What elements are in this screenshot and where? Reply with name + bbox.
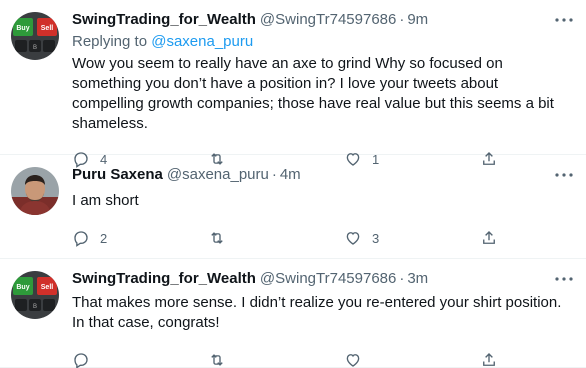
timestamp[interactable]: 9m <box>407 10 428 30</box>
like-count: 3 <box>372 230 380 246</box>
author-name[interactable]: Puru Saxena <box>72 165 163 185</box>
more-options-icon[interactable] <box>554 12 574 28</box>
reply-icon <box>74 231 88 247</box>
svg-text:B: B <box>33 45 37 51</box>
more-options-icon[interactable] <box>554 271 574 287</box>
svg-text:Sell: Sell <box>41 284 54 291</box>
author-handle[interactable]: @SwingTr74597686 <box>260 10 396 30</box>
share-icon <box>483 231 495 244</box>
share-button[interactable] <box>480 351 498 368</box>
tweet-text: That makes more sense. I didn’t realize … <box>72 294 562 331</box>
separator-dot: · <box>399 270 405 287</box>
retweet-icon <box>211 232 223 244</box>
replying-to-link[interactable]: @saxena_puru <box>151 33 253 50</box>
tweet[interactable]: Puru Saxena @saxena_puru · 4m I am short… <box>0 155 586 259</box>
retweet-button[interactable] <box>208 229 344 247</box>
retweet-button[interactable] <box>208 351 344 368</box>
separator-dot: · <box>271 166 277 183</box>
more-options-icon[interactable] <box>554 167 574 183</box>
buy-sell-keyboard-avatar-icon: Buy Sell B <box>11 12 59 60</box>
reply-button[interactable] <box>72 351 208 368</box>
tweet[interactable]: Buy Sell B SwingTrading_for_Wealth @Swin… <box>0 0 586 168</box>
buy-sell-keyboard-avatar-icon: Buy Sell B <box>11 271 59 319</box>
tweet[interactable]: Buy Sell B SwingTrading_for_Wealth @Swin… <box>0 259 586 368</box>
svg-text:B: B <box>33 304 37 310</box>
like-button[interactable] <box>344 351 480 368</box>
heart-icon <box>346 354 360 367</box>
author-handle[interactable]: @saxena_puru <box>167 165 269 185</box>
tweet-header: SwingTrading_for_Wealth @SwingTr74597686… <box>72 269 570 289</box>
share-icon <box>483 353 495 366</box>
svg-text:Sell: Sell <box>41 25 54 32</box>
heart-icon <box>346 232 360 245</box>
avatar[interactable]: Buy Sell B <box>11 12 59 60</box>
tweet-actions: 2 3 <box>72 219 570 257</box>
separator-dot: · <box>399 11 405 28</box>
timestamp[interactable]: 4m <box>280 165 301 185</box>
retweet-icon <box>211 354 223 366</box>
author-handle[interactable]: @SwingTr74597686 <box>260 269 396 289</box>
tweet-text: Wow you seem to really have an axe to gr… <box>72 55 554 132</box>
timestamp[interactable]: 3m <box>407 269 428 289</box>
tweet-header: SwingTrading_for_Wealth @SwingTr74597686… <box>72 10 570 30</box>
svg-text:Buy: Buy <box>16 284 29 291</box>
reply-button[interactable]: 2 <box>72 229 208 247</box>
avatar[interactable]: Buy Sell B <box>11 271 59 319</box>
reply-icon <box>74 353 88 368</box>
tweet-text: I am short <box>72 192 139 209</box>
reply-count: 2 <box>100 230 108 246</box>
person-photo-avatar-icon <box>11 167 59 215</box>
share-button[interactable] <box>480 229 498 247</box>
like-button[interactable]: 3 <box>344 229 480 247</box>
svg-text:Buy: Buy <box>16 25 29 32</box>
replying-to: Replying to @saxena_puru <box>72 32 570 52</box>
author-name[interactable]: SwingTrading_for_Wealth <box>72 10 256 30</box>
replying-to-label: Replying to <box>72 33 148 50</box>
avatar[interactable] <box>11 167 59 215</box>
tweet-header: Puru Saxena @saxena_puru · 4m <box>72 165 570 185</box>
tweet-actions <box>72 341 570 368</box>
author-name[interactable]: SwingTrading_for_Wealth <box>72 269 256 289</box>
